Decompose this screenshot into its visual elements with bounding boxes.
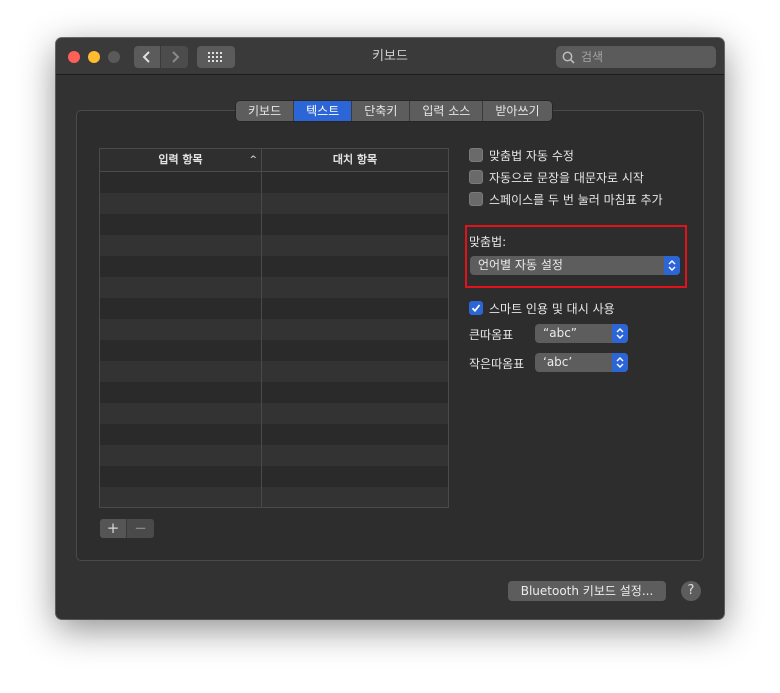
table-row: [100, 193, 448, 214]
single-quotes-select[interactable]: ‘abc’: [535, 353, 628, 372]
spelling-language-select[interactable]: 언어별 자동 설정: [470, 256, 680, 275]
tab-bar: 키보드 텍스트 단축키 입력 소스 받아쓰기: [236, 101, 552, 121]
table-row: [100, 340, 448, 361]
double-quotes-value: “abc”: [543, 326, 578, 340]
auto-correct-checkbox[interactable]: [469, 148, 483, 162]
search-field[interactable]: [556, 46, 716, 68]
search-input[interactable]: [579, 49, 709, 65]
title-bar: 키보드: [56, 38, 724, 75]
column-header-replace-label: 입력 항목: [158, 153, 203, 166]
column-header-replace[interactable]: 입력 항목 ^: [100, 149, 262, 172]
table-row: [100, 424, 448, 445]
sort-ascending-icon: ^: [249, 155, 257, 165]
table-row: [100, 214, 448, 235]
search-icon: [562, 51, 575, 64]
double-quotes-label: 큰따옴표: [469, 328, 514, 342]
tab-keyboard[interactable]: 키보드: [236, 101, 295, 121]
table-row: [100, 172, 448, 193]
table-row: [100, 235, 448, 256]
tab-dictation[interactable]: 받아쓰기: [483, 101, 552, 121]
tab-shortcuts[interactable]: 단축키: [352, 101, 411, 121]
table-row: [100, 445, 448, 466]
spelling-language-value: 언어별 자동 설정: [478, 258, 563, 272]
updown-chevron-icon: [612, 324, 628, 343]
double-quotes-select[interactable]: “abc”: [535, 324, 628, 343]
table-row: [100, 277, 448, 298]
table-controls: + −: [100, 519, 154, 538]
smart-quotes-label: 스마트 인용 및 대시 사용: [489, 301, 615, 316]
table-row: [100, 382, 448, 403]
double-space-period-option[interactable]: 스페이스를 두 번 눌러 마침표 추가: [469, 191, 663, 207]
smart-quotes-checkbox[interactable]: [469, 301, 483, 315]
table-row: [100, 256, 448, 277]
single-quotes-value: ‘abc’: [543, 355, 573, 369]
help-button[interactable]: ?: [681, 581, 701, 601]
auto-correct-label: 맞춤법 자동 수정: [489, 148, 574, 163]
column-header-with[interactable]: 대치 항목: [262, 149, 448, 172]
bluetooth-keyboard-setup-button[interactable]: Bluetooth 키보드 설정...: [508, 581, 666, 601]
table-row: [100, 466, 448, 487]
tab-text[interactable]: 텍스트: [294, 101, 353, 121]
double-space-period-label: 스페이스를 두 번 눌러 마침표 추가: [489, 192, 663, 207]
auto-correct-option[interactable]: 맞춤법 자동 수정: [469, 147, 574, 163]
checkmark-icon: [471, 304, 481, 313]
remove-replacement-button[interactable]: −: [127, 519, 154, 538]
table-row: [100, 403, 448, 424]
table-row: [100, 361, 448, 382]
smart-quotes-option[interactable]: 스마트 인용 및 대시 사용: [469, 300, 615, 316]
spelling-label: 맞춤법:: [469, 235, 507, 249]
table-header: 입력 항목 ^ 대치 항목: [100, 149, 448, 172]
preferences-window: 키보드 키보드 텍스트 단축키 입력 소스 받아쓰기 입력 항목 ^ 대치 항목: [56, 38, 724, 619]
auto-capitalize-option[interactable]: 자동으로 문장을 대문자로 시작: [469, 169, 644, 185]
table-row: [100, 319, 448, 340]
text-replacement-table[interactable]: 입력 항목 ^ 대치 항목: [99, 148, 449, 508]
updown-chevron-icon: [664, 256, 680, 275]
updown-chevron-icon: [612, 353, 628, 372]
auto-capitalize-checkbox[interactable]: [469, 170, 483, 184]
single-quotes-label: 작은따옴표: [469, 357, 525, 371]
double-space-period-checkbox[interactable]: [469, 192, 483, 206]
auto-capitalize-label: 자동으로 문장을 대문자로 시작: [489, 170, 644, 185]
tab-input-sources[interactable]: 입력 소스: [410, 101, 484, 121]
add-replacement-button[interactable]: +: [100, 519, 127, 538]
table-row: [100, 298, 448, 319]
table-row: [100, 487, 448, 507]
table-body: [100, 172, 448, 507]
